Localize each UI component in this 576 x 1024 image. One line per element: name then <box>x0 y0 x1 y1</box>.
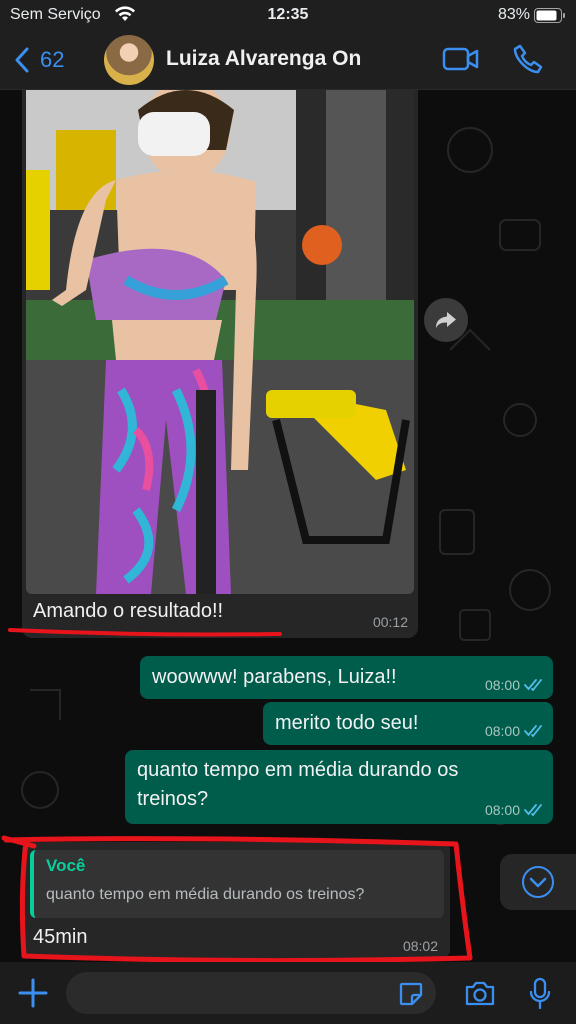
chat-header: 62 Luiza Alvarenga On <box>0 30 576 90</box>
microphone-icon <box>529 977 551 1010</box>
video-call-button[interactable] <box>442 45 480 78</box>
battery-percent: 83% <box>497 6 530 23</box>
message-meta: 08:00 <box>485 802 544 818</box>
message-text: quanto tempo em média durando os treinos… <box>137 759 459 810</box>
contact-name[interactable]: Luiza Alvarenga On <box>166 47 361 71</box>
message-time: 08:00 <box>484 802 520 818</box>
scroll-down-button[interactable] <box>500 854 576 910</box>
chevron-down-circle-icon <box>522 866 554 898</box>
forward-button[interactable] <box>424 298 468 342</box>
message-time: 00:12 <box>372 614 408 630</box>
status-bar: Sem Serviço 12:35 83% <box>0 0 576 30</box>
back-button[interactable]: 62 <box>14 42 84 78</box>
video-camera-icon <box>442 47 479 71</box>
outgoing-message[interactable]: woowww! parabens, Luiza!! 08:00 <box>140 656 553 699</box>
chevron-left-icon <box>15 47 29 73</box>
annotation-box <box>1 835 473 962</box>
avatar[interactable] <box>104 35 154 85</box>
message-input[interactable] <box>66 972 436 1014</box>
outgoing-message[interactable]: quanto tempo em média durando os treinos… <box>125 750 553 824</box>
sticker-button[interactable] <box>398 981 424 1012</box>
message-photo[interactable] <box>26 90 414 594</box>
read-ticks-icon <box>524 679 542 691</box>
attach-button[interactable] <box>16 976 50 1015</box>
clock: 12:35 <box>267 6 309 23</box>
message-time: 08:00 <box>484 723 520 739</box>
back-count: 62 <box>40 47 65 72</box>
sticker-icon <box>399 982 423 1006</box>
voice-call-button[interactable] <box>512 43 544 80</box>
forward-arrow-icon <box>436 312 456 328</box>
chat-area[interactable]: Amando o resultado!! 00:12 woowww! parab… <box>0 90 576 962</box>
image-caption: Amando o resultado!! <box>33 600 224 622</box>
camera-button[interactable] <box>464 979 496 1012</box>
message-text: merito todo seu! <box>275 712 419 734</box>
message-meta: 08:00 <box>485 723 544 739</box>
incoming-image-message[interactable]: Amando o resultado!! 00:12 <box>22 90 418 638</box>
plus-icon <box>18 978 48 1008</box>
annotation-underline <box>8 628 282 637</box>
microphone-button[interactable] <box>528 977 552 1016</box>
phone-icon <box>513 44 543 74</box>
camera-icon <box>465 981 495 1006</box>
read-ticks-icon <box>524 804 542 816</box>
message-time: 08:00 <box>484 677 520 693</box>
message-text: woowww! parabens, Luiza!! <box>152 666 397 688</box>
composer-bar <box>0 962 576 1024</box>
outgoing-message[interactable]: merito todo seu! 08:00 <box>263 702 553 745</box>
read-ticks-icon <box>524 725 542 737</box>
message-meta: 08:00 <box>485 677 544 693</box>
battery-icon <box>534 8 566 28</box>
